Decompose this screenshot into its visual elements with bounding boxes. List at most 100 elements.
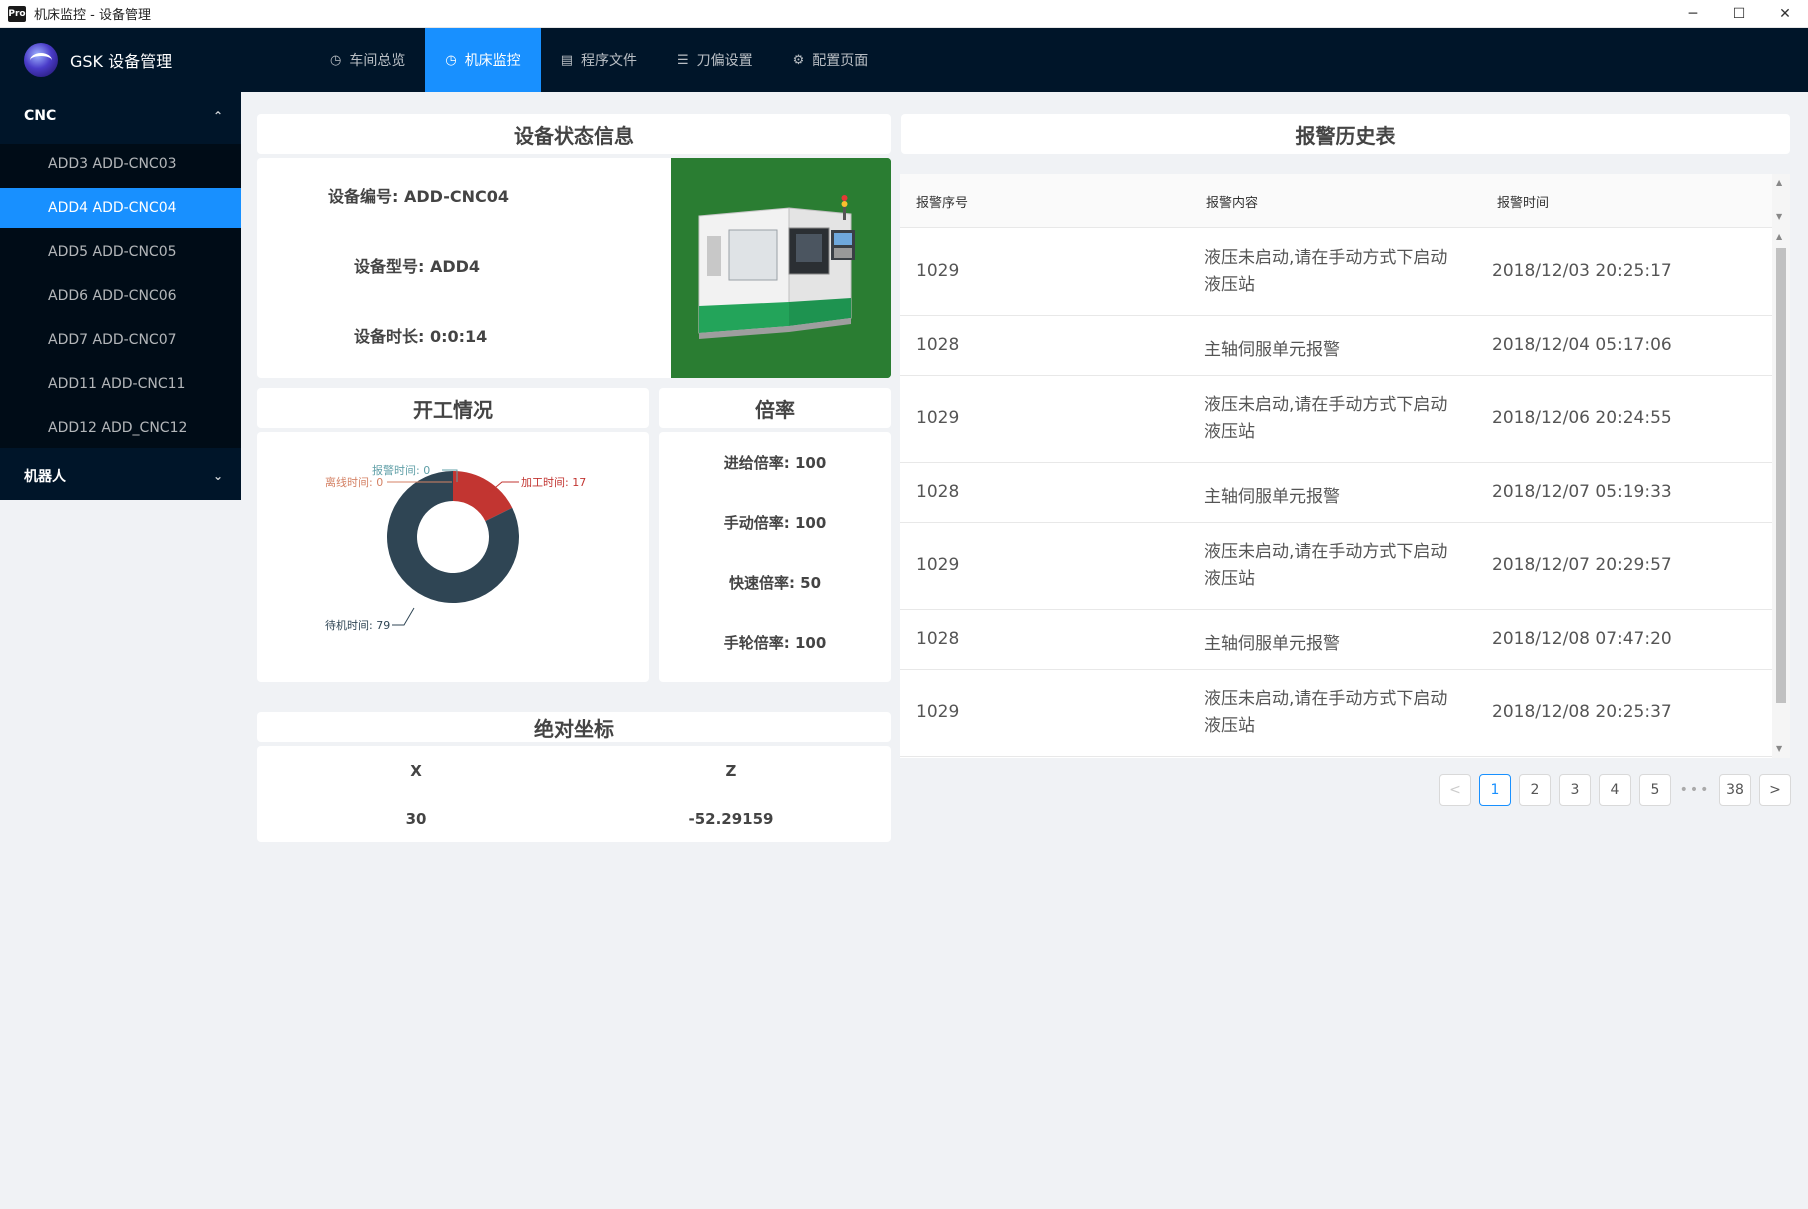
- table-row[interactable]: 1028 主轴伺服单元报警 2018/12/04 05:17:06: [900, 316, 1772, 376]
- rates-title: 倍率: [659, 388, 891, 428]
- pagination-ellipsis[interactable]: •••: [1679, 774, 1711, 806]
- column-header-id[interactable]: 报警序号: [916, 192, 968, 211]
- pagination-page-3[interactable]: 3: [1559, 774, 1591, 806]
- sidebar-item-add3[interactable]: ADD3 ADD-CNC03: [0, 144, 241, 184]
- pagination-prev-button[interactable]: <: [1439, 774, 1471, 806]
- sidebar-item-add5[interactable]: ADD5 ADD-CNC05: [0, 232, 241, 272]
- nav-item-tool-offset[interactable]: ☰ 刀偏设置: [657, 28, 773, 92]
- table-row[interactable]: 1029 液压未启动,请在手动方式下启动 液压站 2018/12/03 20:2…: [900, 229, 1772, 316]
- alarm-time-cell: 2018/12/03 20:25:17: [1492, 261, 1672, 281]
- table-header: 报警序号 报警内容 报警时间: [900, 174, 1772, 228]
- alarm-time-cell: 2018/12/06 20:24:55: [1492, 408, 1672, 428]
- window-title: 机床监控 - 设备管理: [34, 8, 151, 23]
- logo[interactable]: GSK 设备管理: [0, 28, 310, 92]
- alarm-content-cell: 主轴伺服单元报警: [1204, 487, 1340, 507]
- idle-time-label: 待机时间: 79: [325, 618, 390, 632]
- alarm-time-cell: 2018/12/04 05:17:06: [1492, 335, 1672, 355]
- sidebar-item-add4[interactable]: ADD4 ADD-CNC04: [0, 188, 241, 228]
- pagination-next-button[interactable]: >: [1759, 774, 1791, 806]
- work-status-card: 报警时间: 0 离线时间: 0 加工时间: 17 待机时间: 79: [257, 432, 649, 682]
- close-button[interactable]: ✕: [1762, 0, 1808, 28]
- maximize-button[interactable]: ☐: [1716, 0, 1762, 28]
- sidebar: CNC ⌃ ADD3 ADD-CNC03 ADD4 ADD-CNC04 ADD5…: [0, 92, 241, 500]
- sidebar-item-add11[interactable]: ADD11 ADD-CNC11: [0, 364, 241, 404]
- column-header-content[interactable]: 报警内容: [1206, 192, 1258, 211]
- rapid-rate-label: 快速倍率:: [728, 574, 795, 592]
- cnc-machine-illustration: [671, 158, 891, 378]
- column-header-time[interactable]: 报警时间: [1497, 192, 1549, 211]
- table-row[interactable]: 1029 液压未启动,请在手动方式下启动 液压站 2018/12/07 20:2…: [900, 523, 1772, 610]
- pagination-page-4[interactable]: 4: [1599, 774, 1631, 806]
- rates-card: 进给倍率: 100 手动倍率: 100 快速倍率: 50 手轮倍率: 100: [659, 432, 891, 682]
- idle-leader-line: [392, 607, 415, 626]
- sidebar-group-label: 机器人: [24, 469, 66, 485]
- alarm-id-cell: 1028: [916, 335, 960, 355]
- table-row[interactable]: 1028 主轴伺服单元报警 2018/12/07 05:19:33: [900, 463, 1772, 523]
- scroll-up-icon[interactable]: ▲: [1776, 178, 1782, 187]
- alarm-content-line: 液压站: [1204, 716, 1255, 736]
- table-row[interactable]: 1028 主轴伺服单元报警 2018/12/08 07:47:20: [900, 610, 1772, 670]
- work-status-title: 开工情况: [257, 388, 649, 428]
- scroll-up-icon[interactable]: ▲: [1776, 232, 1782, 241]
- table-row[interactable]: 1029 液压未启动,请在手动方式下启动 液压站 2018/12/08 20:2…: [900, 670, 1772, 757]
- nav-item-program-files[interactable]: ▤ 程序文件: [541, 28, 657, 92]
- app-icon: Pro: [8, 5, 26, 22]
- nav-item-workshop-overview[interactable]: ◷ 车间总览: [310, 28, 425, 92]
- alarm-id-cell: 1028: [916, 629, 960, 649]
- alarm-id-cell: 1029: [916, 555, 960, 575]
- sidebar-cnc-list: ADD3 ADD-CNC03 ADD4 ADD-CNC04 ADD5 ADD-C…: [0, 144, 241, 448]
- table-row[interactable]: 1029 液压未启动,请在手动方式下启动 液压站 2018/12/06 20:2…: [900, 376, 1772, 463]
- wheel-rate-value: 100: [794, 634, 827, 652]
- alarm-content-line: 液压未启动,请在手动方式下启动: [1204, 248, 1448, 268]
- manual-rate-label: 手动倍率:: [723, 514, 790, 532]
- alarm-content-cell: 主轴伺服单元报警: [1204, 634, 1340, 654]
- pagination-page-last[interactable]: 38: [1719, 774, 1751, 806]
- alarm-time-cell: 2018/12/07 20:29:57: [1492, 555, 1672, 575]
- wheel-rate-label: 手轮倍率:: [723, 634, 790, 652]
- z-axis-value: -52.29159: [688, 810, 774, 828]
- sidebar-item-add6[interactable]: ADD6 ADD-CNC06: [0, 276, 241, 316]
- sidebar-group-cnc[interactable]: CNC ⌃: [0, 92, 241, 140]
- sidebar-group-label: CNC: [24, 108, 57, 124]
- alarm-history-table: 报警序号 报警内容 报警时间 1029 液压未启动,请在手动方式下启动 液压站 …: [900, 174, 1790, 758]
- sidebar-item-add7[interactable]: ADD7 ADD-CNC07: [0, 320, 241, 360]
- wheel-rate-row: 手轮倍率: 100: [659, 632, 891, 653]
- alarm-content-cell: 主轴伺服单元报警: [1204, 340, 1340, 360]
- alarm-content-line: 液压未启动,请在手动方式下启动: [1204, 689, 1448, 709]
- scrollbar-thumb[interactable]: [1776, 248, 1786, 703]
- chevron-up-icon: ⌃: [212, 109, 223, 123]
- sidebar-group-robot[interactable]: 机器人 ⌄: [0, 452, 241, 500]
- alarm-content-cell: 液压未启动,请在手动方式下启动 液压站: [1204, 245, 1447, 299]
- pagination-page-2[interactable]: 2: [1519, 774, 1551, 806]
- window-titlebar: Pro 机床监控 - 设备管理 ─ ☐ ✕: [0, 0, 1808, 28]
- alarm-time-cell: 2018/12/07 05:19:33: [1492, 482, 1672, 502]
- window-controls: ─ ☐ ✕: [1670, 0, 1808, 28]
- chevron-down-icon: ⌄: [212, 469, 223, 483]
- scroll-down-icon[interactable]: ▼: [1776, 744, 1782, 753]
- scroll-down-icon[interactable]: ▼: [1776, 212, 1782, 221]
- alarm-id-cell: 1029: [916, 408, 960, 428]
- gear-icon: ⚙: [792, 52, 805, 68]
- nav-item-config[interactable]: ⚙ 配置页面: [773, 28, 889, 92]
- file-icon: ▤: [560, 52, 573, 68]
- alarm-content-line: 液压站: [1204, 275, 1255, 295]
- feed-rate-value: 100: [794, 454, 827, 472]
- minimize-button[interactable]: ─: [1670, 0, 1716, 28]
- table-scrollbar[interactable]: ▲ ▼ ▲ ▼: [1772, 174, 1790, 758]
- alarm-content-line: 液压未启动,请在手动方式下启动: [1204, 395, 1448, 415]
- device-model-value: ADD4: [429, 257, 481, 276]
- offline-time-label: 离线时间: 0: [325, 475, 383, 489]
- device-duration-row: 设备时长: 0:0:14: [354, 323, 487, 347]
- x-axis-label: X: [410, 762, 422, 780]
- coords-title: 绝对坐标: [257, 712, 891, 742]
- nav-item-label: 程序文件: [580, 53, 637, 69]
- device-id-value: ADD-CNC04: [403, 187, 510, 206]
- pagination-page-1[interactable]: 1: [1479, 774, 1511, 806]
- sidebar-item-add12[interactable]: ADD12 ADD_CNC12: [0, 408, 241, 448]
- pagination-page-5[interactable]: 5: [1639, 774, 1671, 806]
- machine-image: [671, 158, 891, 378]
- feed-rate-row: 进给倍率: 100: [659, 452, 891, 473]
- nav-item-label: 配置页面: [812, 53, 869, 69]
- nav-item-machine-monitor[interactable]: ◷ 机床监控: [425, 28, 541, 92]
- alarm-time-label: 报警时间: 0: [372, 463, 430, 477]
